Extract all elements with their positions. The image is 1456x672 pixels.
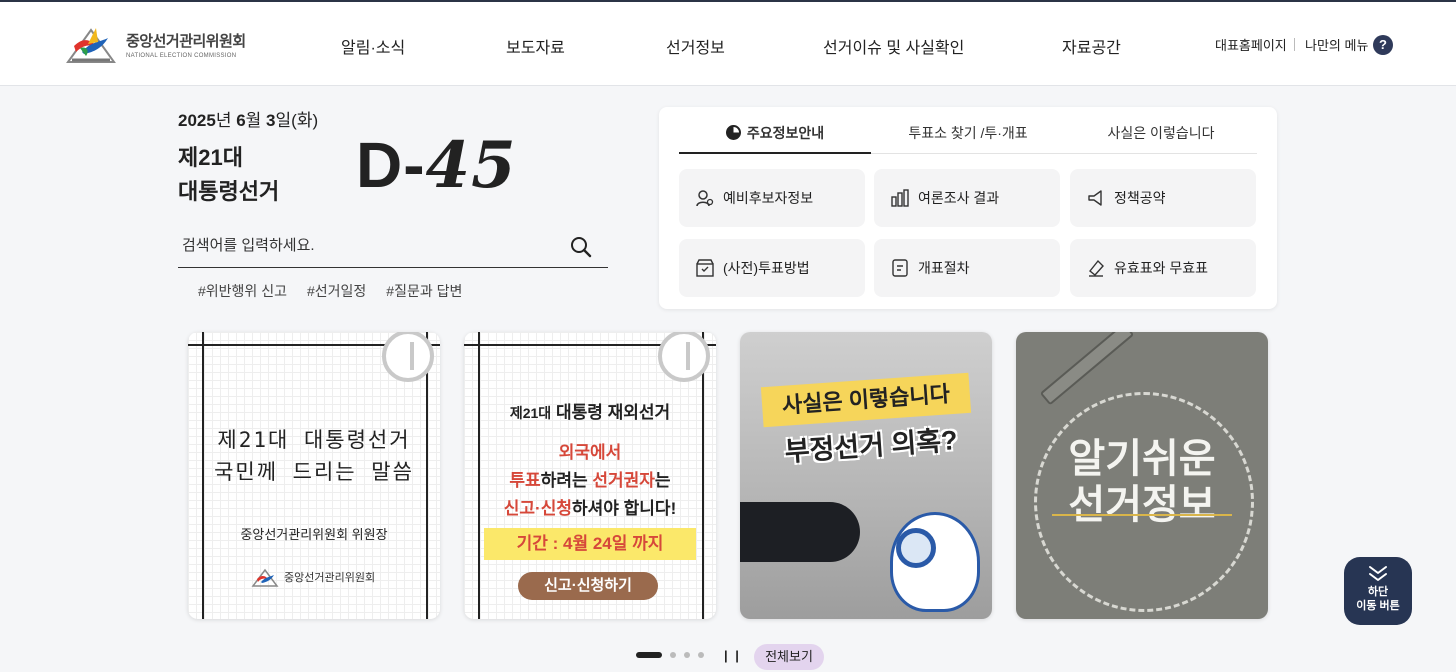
banner-line1: 외국에서 <box>558 443 622 462</box>
scroll-to-bottom-button[interactable]: 하단 이동 버튼 <box>1344 557 1412 625</box>
vote-stamp-icon <box>658 332 710 382</box>
bar-chart-icon <box>891 189 909 207</box>
hashtag-faq[interactable]: #질문과 답변 <box>386 281 462 301</box>
quick-link-pledges[interactable]: 정책공약 <box>1070 169 1256 227</box>
person-search-icon <box>696 190 714 207</box>
banner-org: 중앙선거관리위원회 <box>250 566 375 588</box>
view-all-button[interactable]: 전체보기 <box>754 644 824 670</box>
tab-key-info[interactable]: 주요정보안내 <box>679 117 871 154</box>
election-name-line1: 제21대 <box>178 145 243 170</box>
handshake-illustration <box>740 502 860 562</box>
carousel-dot-3[interactable] <box>684 652 690 658</box>
carousel-pause-button[interactable]: | | <box>724 648 741 663</box>
search-input[interactable] <box>178 224 558 266</box>
search-icon[interactable] <box>570 236 592 258</box>
carousel-dot-2[interactable] <box>670 652 676 658</box>
search-box <box>178 224 608 268</box>
banner-heading: 제21대 대통령 재외선거 <box>509 403 671 422</box>
scroll-button-line1: 하단 <box>1367 586 1389 598</box>
main-homepage-link[interactable]: 대표홈페이지 <box>1215 35 1287 54</box>
election-date: 2025년 6월 3일(화) <box>178 111 319 130</box>
banner-signature: 중앙선거관리위원회 위원장 <box>240 527 388 542</box>
wave-decoration <box>1052 514 1232 516</box>
banner-title-line1: 제21대 대통령선거 <box>217 428 411 452</box>
carousel-pagination <box>636 652 704 658</box>
nav-item-news[interactable]: 알림·소식 <box>341 34 405 58</box>
banner-title-line2: 선거정보 <box>1068 483 1216 527</box>
double-chevron-down-icon <box>1369 566 1387 581</box>
hashtag-violation-report[interactable]: #위반행위 신고 <box>198 281 287 301</box>
scroll-button-line2: 이동 버튼 <box>1356 600 1400 612</box>
nav-item-resources[interactable]: 자료공간 <box>1062 34 1121 58</box>
eraser-icon <box>1089 259 1104 277</box>
carousel-dot-1[interactable] <box>636 652 662 658</box>
banner-line3: 신고·신청하셔야 합니다! <box>503 499 677 518</box>
document-icon <box>892 259 908 277</box>
nec-emblem-icon <box>251 568 279 587</box>
banner-fact-check[interactable]: 사실은 이렇습니다 부정선거 의혹? <box>740 332 992 619</box>
tab-polling-place[interactable]: 투표소 찾기 /투·개표 <box>872 117 1064 154</box>
quick-link-counting[interactable]: 개표절차 <box>874 239 1060 297</box>
election-name-line2: 대통령선거 <box>178 179 280 204</box>
site-header: 중앙선거관리위원회 NATIONAL ELECTION COMMISSION 알… <box>0 2 1456 86</box>
hashtag-election-schedule[interactable]: #선거일정 <box>307 281 366 301</box>
d-day-counter: D-45 <box>356 128 517 203</box>
vote-stamp-icon <box>382 332 434 382</box>
nav-item-election-info[interactable]: 선거정보 <box>666 34 725 58</box>
tab-fact-check[interactable]: 사실은 이렇습니다 <box>1065 117 1257 154</box>
panel-tabs: 주요정보안내 투표소 찾기 /투·개표 사실은 이렇습니다 <box>679 117 1257 154</box>
nav-item-fact-check[interactable]: 선거이슈 및 사실확인 <box>823 34 964 58</box>
apply-button[interactable]: 신고·신청하기 <box>518 572 658 600</box>
banner-overseas-voting[interactable]: 제21대 대통령 재외선거 외국에서 투표하려는 선거권자는 신고·신청하셔야 … <box>464 332 716 619</box>
banner-president-message[interactable]: 제21대 대통령선거 국민께 드리는 말씀 중앙선거관리위원회 위원장 중앙선거… <box>188 332 440 619</box>
nav-item-press[interactable]: 보도자료 <box>506 34 565 58</box>
carousel-dot-4[interactable] <box>698 652 704 658</box>
logo-name-ko: 중앙선거관리위원회 <box>126 32 246 50</box>
nec-emblem-icon <box>66 28 116 63</box>
megaphone-icon <box>1088 190 1102 206</box>
banner-easy-election-info[interactable]: 알기쉬운 선거정보 <box>1016 332 1268 619</box>
banner-line2: 투표하려는 선거권자는 <box>509 471 671 490</box>
pie-chart-icon <box>725 125 741 140</box>
my-menu-link[interactable]: 나만의 메뉴 <box>1305 35 1368 54</box>
quick-info-panel: 주요정보안내 투표소 찾기 /투·개표 사실은 이렇습니다 예비후보자정보 여론… <box>659 107 1277 309</box>
hashtag-list: #위반행위 신고 #선거일정 #질문과 답변 <box>198 281 462 301</box>
site-logo[interactable]: 중앙선거관리위원회 NATIONAL ELECTION COMMISSION <box>62 22 252 66</box>
magnifier-icon <box>896 528 936 568</box>
quick-link-voting-method[interactable]: (사전)투표방법 <box>679 239 865 297</box>
util-divider <box>1294 38 1295 51</box>
quick-link-valid-invalid[interactable]: 유효표와 무효표 <box>1070 239 1256 297</box>
banner-title-line2: 국민께 드리는 말씀 <box>214 460 414 484</box>
quick-link-candidates[interactable]: 예비후보자정보 <box>679 169 865 227</box>
help-icon[interactable]: ? <box>1373 35 1393 55</box>
logo-name-en: NATIONAL ELECTION COMMISSION <box>126 52 237 59</box>
ballot-box-icon <box>696 259 714 277</box>
banner-period: 기간 : 4월 24일 까지 <box>484 528 696 560</box>
quick-link-polls[interactable]: 여론조사 결과 <box>874 169 1060 227</box>
